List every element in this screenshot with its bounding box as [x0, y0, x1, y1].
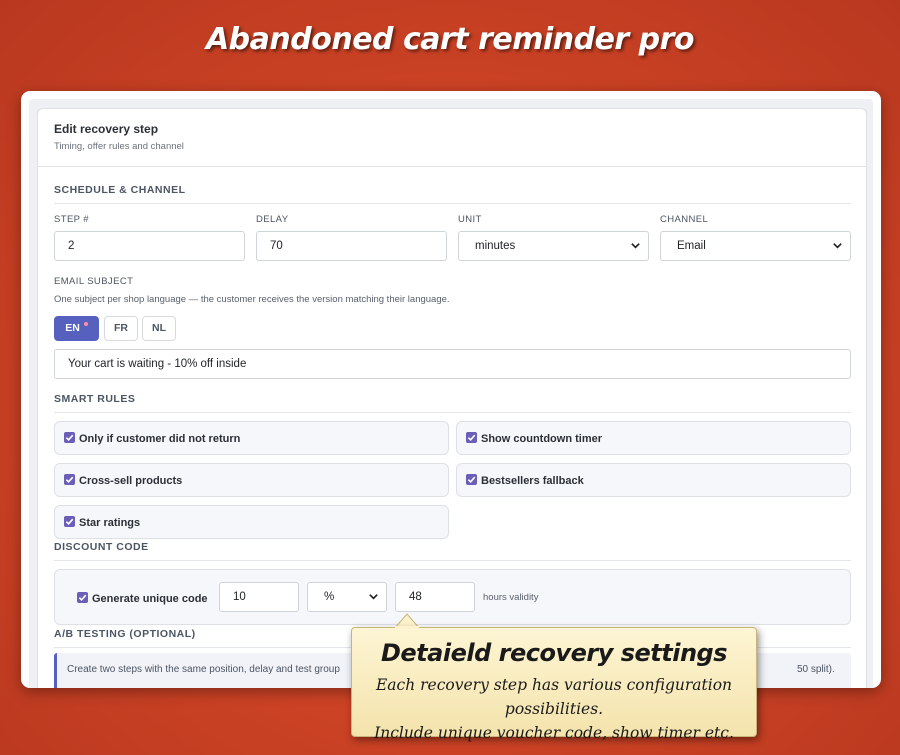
- checkbox[interactable]: [64, 516, 75, 527]
- edit-recovery-step-panel: Edit recovery step Timing, offer rules a…: [37, 108, 867, 688]
- section-title-smart-rules: SMART RULES: [54, 393, 851, 413]
- step-label: STEP #: [54, 214, 89, 225]
- rule-star-ratings[interactable]: Star ratings: [54, 505, 449, 539]
- language-tab-nl[interactable]: NL: [142, 316, 176, 341]
- check-icon: [78, 594, 87, 602]
- rule-only-if-not-returned[interactable]: Only if customer did not return: [54, 421, 449, 455]
- email-subject-label: EMAIL SUBJECT: [54, 276, 134, 287]
- checkbox[interactable]: [64, 474, 75, 485]
- delay-label: DELAY: [256, 214, 289, 225]
- checkbox[interactable]: [64, 432, 75, 443]
- callout-pointer-join: [395, 626, 419, 629]
- channel-select-value: Email: [677, 240, 706, 252]
- discount-type-value: %: [324, 591, 335, 603]
- callout-title: Detaield recovery settings: [380, 639, 728, 667]
- discount-type-select[interactable]: %: [307, 582, 387, 612]
- panel-subtitle: Timing, offer rules and channel: [54, 141, 184, 152]
- delay-input[interactable]: 70: [256, 231, 447, 261]
- callout-line-2: Include unique voucher code, show timer …: [374, 724, 734, 742]
- chevron-down-icon: [833, 243, 842, 249]
- email-subject-help: One subject per shop language — the cust…: [54, 294, 450, 305]
- panel-header: Edit recovery step Timing, offer rules a…: [38, 109, 866, 167]
- rule-show-countdown-timer[interactable]: Show countdown timer: [456, 421, 851, 455]
- ab-testing-info-text: Create two steps with the same position,…: [67, 664, 340, 675]
- rule-cross-sell-products[interactable]: Cross-sell products: [54, 463, 449, 497]
- check-icon: [467, 434, 476, 442]
- app-frame: Edit recovery step Timing, offer rules a…: [21, 91, 881, 688]
- checkbox[interactable]: [466, 432, 477, 443]
- panel-title: Edit recovery step: [54, 122, 159, 136]
- checkbox[interactable]: [466, 474, 477, 485]
- ab-testing-info-tail: 50 split).: [797, 664, 835, 675]
- check-icon: [467, 476, 476, 484]
- check-icon: [65, 518, 74, 526]
- rule-label: Cross-sell products: [79, 475, 183, 487]
- validity-hours-input[interactable]: 48: [395, 582, 475, 612]
- check-icon: [65, 434, 74, 442]
- discount-box: Generate unique code 10 % 48 hours valid…: [54, 569, 851, 625]
- generate-code-label: Generate unique code: [92, 593, 208, 605]
- rule-label: Bestsellers fallback: [481, 475, 584, 487]
- rule-label: Star ratings: [79, 517, 141, 529]
- channel-label: CHANNEL: [660, 214, 709, 225]
- chevron-down-icon: [369, 594, 378, 600]
- banner-title: Abandoned cart reminder pro: [205, 22, 695, 57]
- generate-code-toggle[interactable]: Generate unique code: [77, 592, 208, 605]
- unit-label: UNIT: [458, 214, 482, 225]
- unit-select-value: minutes: [475, 240, 516, 252]
- callout-line-1: Each recovery step has various configura…: [375, 676, 733, 718]
- check-icon: [65, 476, 74, 484]
- callout-box: Detaield recovery settings Each recovery…: [351, 627, 757, 742]
- chevron-down-icon: [631, 243, 640, 249]
- email-subject-input[interactable]: Your cart is waiting - 10% off inside: [54, 349, 851, 379]
- language-tab-fr[interactable]: FR: [104, 316, 138, 341]
- unit-select[interactable]: minutes: [458, 231, 649, 261]
- active-dot-icon: [83, 322, 88, 326]
- rule-bestsellers-fallback[interactable]: Bestsellers fallback: [456, 463, 851, 497]
- section-title-discount: DISCOUNT CODE: [54, 541, 851, 561]
- discount-amount-input[interactable]: 10: [219, 582, 299, 612]
- channel-select[interactable]: Email: [660, 231, 851, 261]
- language-tab-en[interactable]: EN: [54, 316, 99, 341]
- language-tab-label: EN: [65, 322, 80, 334]
- section-title-schedule: SCHEDULE & CHANNEL: [54, 184, 851, 204]
- rule-label: Show countdown timer: [481, 433, 602, 445]
- step-input[interactable]: 2: [54, 231, 245, 261]
- validity-suffix: hours validity: [483, 592, 539, 603]
- checkbox[interactable]: [77, 592, 88, 603]
- rule-label: Only if customer did not return: [79, 433, 241, 445]
